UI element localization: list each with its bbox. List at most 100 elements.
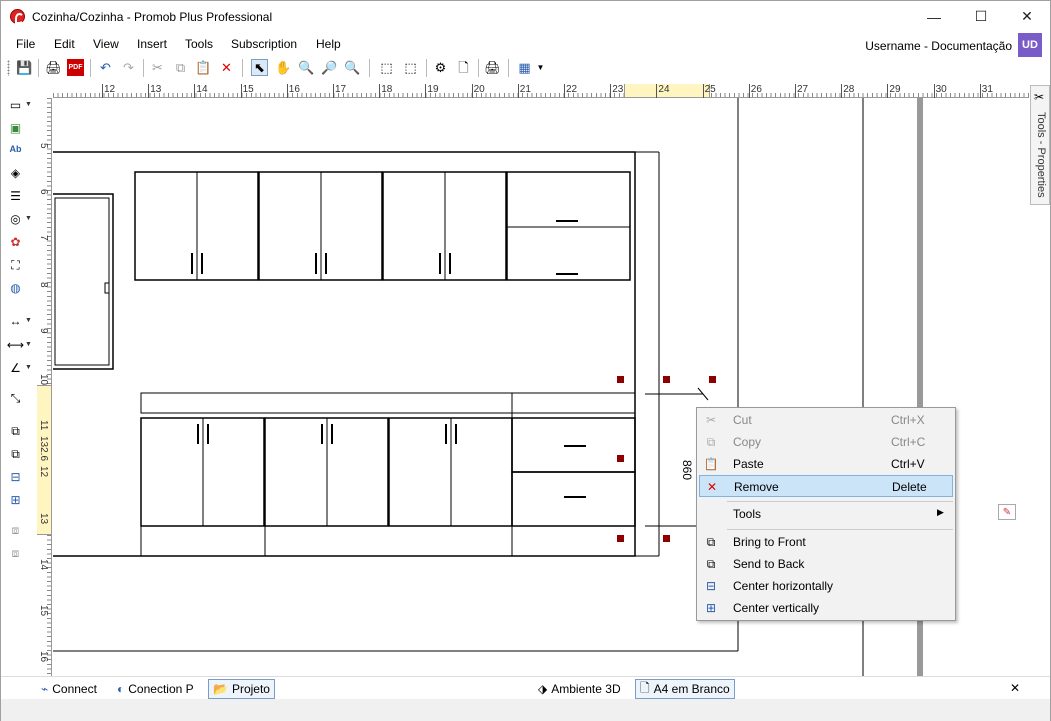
menu-edit[interactable]: Edit — [54, 37, 75, 51]
context-item-center-vertically[interactable]: ⊞ Center vertically — [699, 597, 953, 619]
tab-label: Connect — [52, 682, 97, 696]
user-name[interactable]: Username - Documentação — [865, 39, 1012, 53]
menu-subscription[interactable]: Subscription — [231, 37, 297, 51]
tab-connect[interactable]: ⌁ Connect — [37, 679, 101, 699]
copy-icon[interactable]: ⧉ — [172, 59, 189, 76]
materials-tool-icon[interactable]: ✿ — [7, 233, 24, 250]
leader-line-icon[interactable]: ⤡ — [7, 389, 24, 406]
toolbar-grip[interactable] — [7, 60, 10, 76]
center-horizontal-icon[interactable]: ⊟ — [7, 468, 24, 485]
chevron-down-icon[interactable]: ▼ — [532, 59, 549, 76]
paste-icon[interactable]: 📋 — [195, 59, 212, 76]
rectangle-tool-icon[interactable]: ▭ — [7, 96, 24, 113]
ruler-tick — [795, 84, 796, 98]
context-separator — [727, 501, 953, 502]
menu-insert[interactable]: Insert — [137, 37, 167, 51]
menu-help[interactable]: Help — [316, 37, 341, 51]
chevron-down-icon[interactable]: ▼ — [25, 215, 32, 222]
context-item-bring-to-front[interactable]: ⧉ Bring to Front — [699, 531, 953, 553]
text-tool-icon[interactable]: Ab — [7, 141, 24, 158]
ruler-corner — [37, 84, 53, 98]
title-bar: Cozinha/Cozinha - Promob Plus Profession… — [1, 1, 1050, 32]
close-tab-button[interactable]: ✕ — [1010, 681, 1020, 695]
dimension-line-icon[interactable]: ⟷ — [7, 336, 24, 353]
angle-tool-icon[interactable]: ∠ — [7, 359, 24, 376]
bring-to-front-icon[interactable]: ⧉ — [7, 422, 24, 439]
print-icon[interactable]: 🖨 — [45, 59, 62, 76]
toolbar-separator — [508, 59, 509, 77]
minimize-button[interactable]: — — [911, 1, 957, 32]
vertical-ruler[interactable]: 5 6 7 8 9 10 11 12 13 14 15 16 132.6 — [37, 98, 52, 676]
color-palette-icon[interactable]: ▦ — [516, 59, 533, 76]
tab-conection-p[interactable]: ◐ Conection P — [113, 679, 198, 699]
context-item-remove[interactable]: ✕ Remove Delete — [699, 475, 953, 497]
zoom-out-icon[interactable]: 🔎 — [321, 59, 338, 76]
context-item-shortcut: Ctrl+X — [891, 413, 925, 427]
chevron-down-icon[interactable]: ▼ — [25, 341, 32, 348]
context-item-paste[interactable]: 📋 Paste Ctrl+V — [699, 453, 953, 475]
stamp-tool-icon[interactable]: ◍ — [7, 279, 24, 296]
maximize-button[interactable]: ☐ — [958, 1, 1004, 32]
context-item-label: Copy — [733, 435, 762, 449]
page-icon: 🗋 — [640, 680, 650, 695]
chevron-down-icon[interactable]: ▼ — [25, 317, 32, 324]
redo-icon[interactable]: ↷ — [120, 59, 137, 76]
center-vertical-icon[interactable]: ⊞ — [7, 491, 24, 508]
group-icon[interactable]: ⧈ — [7, 521, 24, 538]
ruler-label: 9 — [38, 327, 49, 334]
context-item-send-to-back[interactable]: ⧉ Send to Back — [699, 553, 953, 575]
select-pointer-icon[interactable]: ⬉ — [251, 59, 268, 76]
ruler-label: 6 — [38, 189, 49, 195]
send-to-back-icon[interactable]: ⧉ — [7, 445, 24, 462]
horizontal-ruler[interactable]: 12 13 14 15 16 17 18 19 20 21 22 23 24 25 26 27 28 29 30 31 — [53, 84, 1029, 98]
zoom-in-icon[interactable]: 🔍 — [298, 59, 315, 76]
chevron-down-icon[interactable]: ▼ — [25, 101, 32, 108]
context-item-cut[interactable]: ✂ Cut Ctrl+X — [699, 409, 953, 431]
pdf-icon[interactable]: PDF — [67, 59, 84, 76]
image-tool-icon[interactable]: ▣ — [7, 119, 24, 136]
tab-label: Projeto — [231, 682, 270, 696]
cut-icon[interactable]: ✂ — [149, 59, 166, 76]
settings-gear-icon[interactable]: ⚙ — [432, 59, 449, 76]
edit-properties-icon[interactable]: ✎ — [998, 504, 1016, 520]
tab-a4-em-branco[interactable]: 🗋 A4 em Branco — [635, 679, 735, 699]
symbol-tool-icon[interactable]: ◈ — [7, 164, 24, 181]
context-item-center-horizontally[interactable]: ⊟ Center horizontally — [699, 575, 953, 597]
ruler-label: 28 — [843, 84, 855, 95]
pan-hand-icon[interactable]: ✋ — [275, 59, 292, 76]
toolbar-separator — [478, 59, 479, 77]
toolbar-separator — [90, 59, 91, 77]
app-window: Cozinha/Cozinha - Promob Plus Profession… — [0, 0, 1051, 721]
tab-projeto[interactable]: 📂 Projeto — [208, 679, 275, 699]
ruler-label: 16 — [288, 84, 300, 95]
ambiente-3d-icon: ⬗ — [538, 682, 548, 696]
zoom-window-icon[interactable]: 🔍 — [344, 59, 361, 76]
ungroup-icon[interactable]: ⧈ — [7, 544, 24, 561]
ruler-tick — [240, 84, 242, 98]
dimension-tool-icon[interactable]: ↔ — [7, 312, 24, 329]
menu-view[interactable]: View — [93, 37, 119, 51]
context-item-copy[interactable]: ⧉ Copy Ctrl+C — [699, 431, 953, 453]
fit-width-icon[interactable]: ⬚ — [402, 59, 419, 76]
user-avatar[interactable]: UD — [1018, 33, 1042, 57]
save-icon[interactable]: 💾 — [16, 59, 33, 76]
menu-tools[interactable]: Tools — [185, 37, 213, 51]
list-tool-icon[interactable]: ☰ — [7, 187, 24, 204]
tools-properties-tab[interactable]: ✂ Tools - Properties — [1030, 85, 1050, 205]
view-tool-icon[interactable]: ◎ — [7, 210, 24, 227]
ruler-label: 15 — [38, 605, 49, 617]
context-item-tools[interactable]: Tools ▶ — [699, 503, 953, 525]
close-button[interactable]: ✕ — [1004, 1, 1050, 32]
blank-page-icon[interactable]: 🗋 — [455, 59, 472, 76]
cutout-tool-icon[interactable]: ⛶ — [7, 256, 24, 273]
chevron-down-icon[interactable]: ▼ — [25, 364, 32, 371]
undo-icon[interactable]: ↶ — [97, 59, 114, 76]
render-icon[interactable]: 🖨 — [484, 59, 501, 76]
toolbar-separator — [369, 59, 370, 77]
ruler-tick — [748, 84, 750, 98]
ruler-tick — [148, 84, 150, 98]
menu-file[interactable]: File — [16, 37, 35, 51]
fit-all-icon[interactable]: ⬚ — [378, 59, 395, 76]
delete-icon[interactable]: ✕ — [218, 59, 235, 76]
tab-ambiente-3d[interactable]: ⬗ Ambiente 3D — [534, 679, 625, 699]
